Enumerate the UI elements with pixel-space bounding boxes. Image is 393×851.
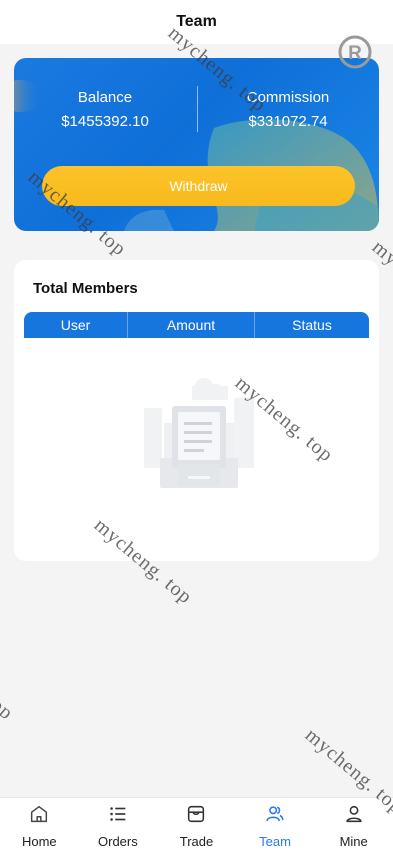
balance-label: Balance <box>77 89 133 106</box>
home-icon <box>31 805 48 823</box>
column-header-user: User <box>24 312 128 338</box>
bottom-tab-bar: Home Orders Trade Team Mine <box>0 797 393 851</box>
page-header: Team <box>0 0 393 44</box>
commission-value: $331072.74 <box>248 113 328 130</box>
store-icon <box>188 805 205 823</box>
withdraw-button[interactable]: Withdraw <box>42 166 355 206</box>
page-title: Team <box>176 13 217 30</box>
tab-orders[interactable]: Orders <box>79 798 158 851</box>
members-table-header: User Amount Status <box>24 312 369 338</box>
tab-trade[interactable]: Trade <box>157 798 236 851</box>
column-header-status: Status <box>292 317 332 333</box>
user-icon <box>346 805 362 823</box>
commission-stat: Commission $331072.74 <box>197 88 379 134</box>
team-icon <box>266 806 284 822</box>
balance-value: $1455392.10 <box>61 113 149 130</box>
commission-label: Commission <box>246 89 330 106</box>
watermark-text: mycheng. top <box>0 630 18 725</box>
registered-icon: R <box>338 35 372 69</box>
tab-home[interactable]: Home <box>0 798 79 851</box>
balance-stat: Balance $1455392.10 <box>14 88 196 134</box>
empty-state-illustration <box>144 378 254 488</box>
tab-label: Mine <box>339 834 368 849</box>
svg-text:R: R <box>348 43 362 64</box>
tab-label: Team <box>259 834 291 849</box>
tab-label: Orders <box>98 834 138 849</box>
tab-label: Trade <box>179 834 214 849</box>
tab-label: Home <box>21 834 57 849</box>
column-header-amount: Amount <box>128 312 255 338</box>
tab-team[interactable]: Team <box>236 798 315 851</box>
list-icon <box>110 807 126 821</box>
balance-card: Balance $1455392.10 Commission $331072.7… <box>14 58 379 231</box>
tab-mine[interactable]: Mine <box>314 798 393 851</box>
members-title: Total Members <box>33 280 138 297</box>
members-card: Total Members User Amount Status <box>14 260 379 561</box>
